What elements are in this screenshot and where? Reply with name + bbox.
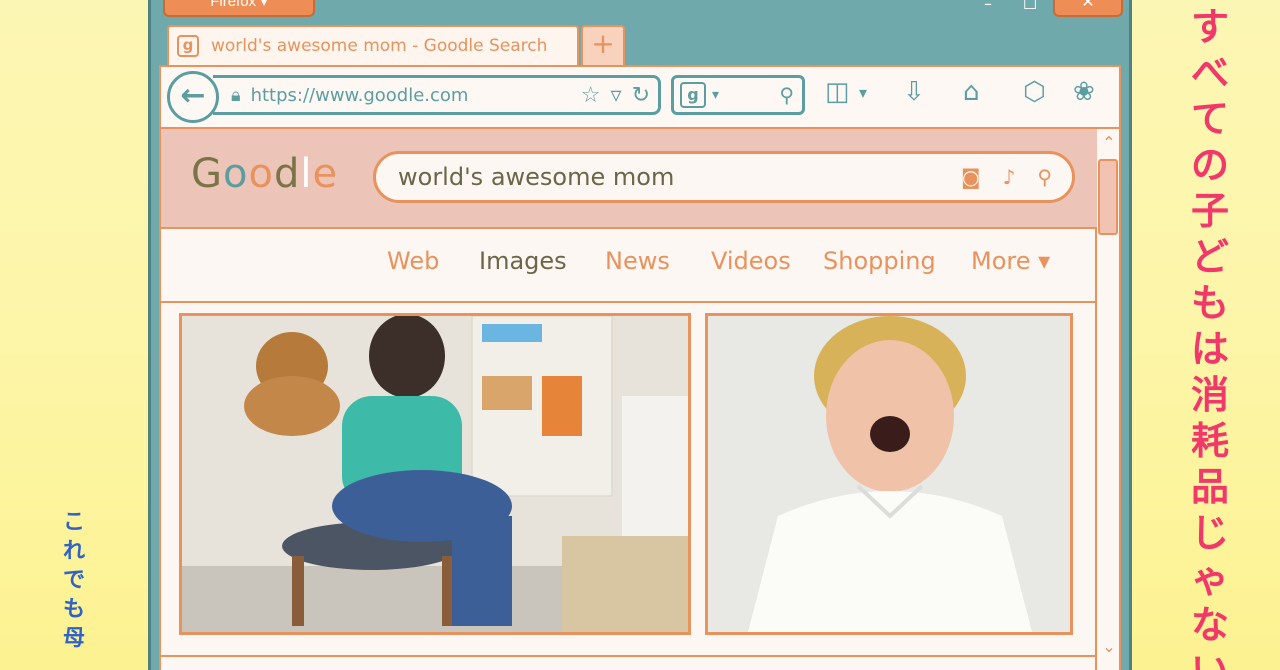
search-engine-box[interactable]: g ▾ ⚲ — [671, 75, 805, 115]
bookmark-star-icon[interactable]: ☆ — [581, 83, 601, 108]
scroll-down-icon[interactable]: ⌄ — [1097, 637, 1121, 656]
home-icon[interactable]: ⌂ — [963, 77, 980, 107]
url-text: https://www.goodle.com — [250, 84, 469, 106]
vertical-scrollbar[interactable]: ⌃ ⌄ — [1097, 129, 1121, 670]
sidebar-icon[interactable]: ◫ — [825, 77, 850, 107]
tab-news[interactable]: News — [605, 247, 670, 275]
logo-letter: G — [191, 151, 223, 197]
magnifier-icon[interactable]: ⚲ — [779, 83, 794, 107]
crying-boy-photo — [708, 316, 1070, 632]
microphone-icon[interactable]: ♪ — [1003, 165, 1016, 189]
image-result-crying-boy[interactable] — [705, 313, 1073, 635]
search-engine-dropdown-icon[interactable]: ▾ — [712, 87, 719, 103]
new-tab-button[interactable]: + — [581, 25, 625, 65]
search-query: world's awesome mom — [398, 163, 675, 191]
url-dropdown-icon[interactable]: ▿ — [611, 83, 622, 108]
browser-window: Firefox ▾ – ☐ ✕ g world's awesome mom - … — [148, 0, 1132, 670]
goodle-favicon-icon: g — [177, 35, 199, 57]
image-result-crying-girl[interactable] — [179, 313, 691, 635]
scroll-thumb[interactable] — [1098, 159, 1118, 235]
goodle-logo[interactable]: Goodle — [191, 151, 338, 197]
extensions-cube-icon[interactable]: ⬡ — [1023, 77, 1046, 107]
lock-icon: 🔒︎ — [231, 84, 241, 106]
tab-more[interactable]: More ▾ — [971, 247, 1050, 275]
minimize-button[interactable]: – — [973, 0, 1003, 17]
tab-web[interactable]: Web — [387, 247, 439, 275]
back-button[interactable]: ← — [167, 71, 219, 123]
search-icon[interactable]: ⚲ — [1037, 165, 1052, 189]
tab-videos[interactable]: Videos — [711, 247, 791, 275]
maximize-button[interactable]: ☐ — [1015, 0, 1045, 17]
camera-icon[interactable]: ◙ — [961, 165, 980, 189]
logo-letter: d — [273, 151, 301, 197]
horizontal-scrollbar[interactable] — [161, 655, 1097, 670]
logo-letter: o — [223, 151, 249, 197]
url-bar[interactable]: 🔒︎ https://www.goodle.com ☆ ▿ ↻ — [213, 75, 661, 115]
tab-title: world's awesome mom - Goodle Search — [211, 36, 548, 56]
logo-letter: e — [312, 151, 339, 197]
crying-girl-photo — [182, 316, 688, 632]
logo-letter: o — [248, 151, 274, 197]
download-icon[interactable]: ⇩ — [903, 77, 925, 107]
sidebar-dropdown-icon[interactable]: ▾ — [859, 83, 867, 102]
firefox-menu-button[interactable]: Firefox ▾ — [163, 0, 315, 17]
logo-letter: l — [300, 151, 313, 197]
scroll-up-icon[interactable]: ⌃ — [1097, 133, 1121, 152]
search-input[interactable]: world's awesome mom ◙ ♪ ⚲ — [373, 151, 1075, 203]
side-caption-left: これでも母 — [62, 510, 85, 651]
addons-icon[interactable]: ❀ — [1073, 77, 1095, 107]
search-header: Goodle world's awesome mom ◙ ♪ ⚲ — [161, 129, 1097, 229]
tab-shopping[interactable]: Shopping — [823, 247, 936, 275]
tab-search[interactable]: g world's awesome mom - Goodle Search — [167, 25, 579, 65]
page-content: Goodle world's awesome mom ◙ ♪ ⚲ Web Ima… — [159, 129, 1097, 670]
side-caption-right: すべての子どもは消耗品じゃない — [1190, 5, 1229, 670]
close-window-button[interactable]: ✕ — [1053, 0, 1123, 17]
reload-icon[interactable]: ↻ — [632, 83, 650, 108]
search-tabs: Web Images News Videos Shopping More ▾ — [161, 229, 1097, 303]
navigation-toolbar: 🔒︎ https://www.goodle.com ☆ ▿ ↻ ← g ▾ ⚲ … — [159, 65, 1121, 129]
search-engine-icon: g — [680, 82, 706, 108]
tab-images[interactable]: Images — [479, 247, 567, 275]
